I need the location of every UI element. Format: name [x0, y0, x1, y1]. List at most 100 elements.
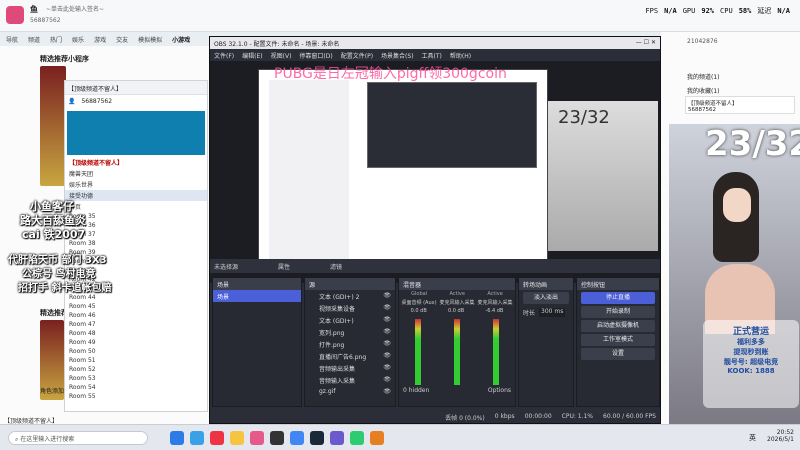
user-id: 56887562: [30, 17, 61, 24]
user-signature[interactable]: ~单击此处输入签名~: [46, 4, 104, 13]
tree-item[interactable]: Room 44: [65, 293, 207, 302]
app-icon-orange[interactable]: [370, 431, 384, 445]
tree-item[interactable]: Room 45: [65, 302, 207, 311]
channel-banner[interactable]: 【顶级频道不留人】: [68, 86, 122, 93]
menu-help[interactable]: 帮助(H): [450, 51, 471, 60]
taskbar-search[interactable]: ⌕ 在这里输入进行搜索: [8, 431, 148, 445]
visibility-icon[interactable]: 👁: [383, 316, 391, 324]
tab-hot[interactable]: 热门: [50, 35, 62, 44]
menu-tools[interactable]: 工具(T): [422, 51, 442, 60]
visibility-icon[interactable]: 👁: [383, 376, 391, 384]
obs-icon[interactable]: [270, 431, 284, 445]
channel-ad-banner[interactable]: [67, 111, 205, 155]
studio-mode-button[interactable]: 工作室模式: [581, 334, 655, 346]
tree-item[interactable]: Room 48: [65, 329, 207, 338]
steam-icon[interactable]: [310, 431, 324, 445]
promo-title: 正式营运: [732, 327, 769, 337]
duration-input[interactable]: 300 ms: [539, 308, 566, 317]
tree-item[interactable]: Room 36: [65, 221, 207, 230]
filters-button[interactable]: 滤镜: [330, 262, 342, 271]
edge-icon[interactable]: [190, 431, 204, 445]
controls-dock: 控制按钮 停止直播 开始录制 启动虚拟摄像机 工作室模式 设置: [576, 277, 660, 407]
source-item[interactable]: 文本 (GDI+) 2 👁: [305, 290, 395, 302]
my-channels-count: (1): [711, 74, 720, 81]
channel-card[interactable]: 【顶级频道不留人】 56887562: [685, 96, 795, 114]
chat-app-icon[interactable]: [250, 431, 264, 445]
tree-header[interactable]: 【顶级频道不留人】: [65, 157, 207, 168]
visibility-icon[interactable]: 👁: [383, 388, 391, 396]
mixer-options-button[interactable]: Options: [488, 387, 511, 394]
folder-icon[interactable]: [230, 431, 244, 445]
tree-item[interactable]: Room 53: [65, 374, 207, 383]
tree-item[interactable]: Room 54: [65, 383, 207, 392]
tree-item[interactable]: Room 37: [65, 230, 207, 239]
tree-item[interactable]: Room 51: [65, 356, 207, 365]
tree-item[interactable]: Room 55: [65, 392, 207, 401]
menu-profile[interactable]: 配置文件(P): [341, 51, 373, 60]
source-item[interactable]: gz.gif 👁: [305, 386, 395, 398]
source-item[interactable]: 宽列.png 👁: [305, 326, 395, 338]
visibility-icon[interactable]: 👁: [383, 364, 391, 372]
tab-entertainment[interactable]: 娱乐: [72, 35, 84, 44]
my-channels-row[interactable]: 我的频道(1): [687, 72, 720, 81]
source-item[interactable]: 打件.png 👁: [305, 338, 395, 350]
user-icon[interactable]: 👤: [68, 98, 75, 106]
favorites-count: (1): [711, 88, 720, 95]
task-view-icon[interactable]: [170, 431, 184, 445]
visibility-icon[interactable]: 👁: [383, 328, 391, 336]
minimize-icon[interactable]: —: [636, 39, 642, 46]
tree-item[interactable]: 接受功德: [65, 190, 207, 201]
maximize-icon[interactable]: ☐: [644, 39, 649, 46]
close-icon[interactable]: ✕: [651, 39, 656, 46]
visibility-icon[interactable]: 👁: [383, 292, 391, 300]
visibility-icon[interactable]: 👁: [383, 352, 391, 360]
taskbar-clock[interactable]: 20:52 2026/5/1: [767, 429, 794, 443]
scene-item[interactable]: 场景: [213, 290, 301, 302]
tree-item[interactable]: 首页: [65, 201, 207, 212]
source-item[interactable]: 文本 (GDI+) 👁: [305, 314, 395, 326]
source-item[interactable]: 直播间广告6.png 👁: [305, 350, 395, 362]
tab-friends[interactable]: 交友: [116, 35, 128, 44]
app-icon-purple[interactable]: [330, 431, 344, 445]
tree-item[interactable]: Room 46: [65, 311, 207, 320]
menu-view[interactable]: 视图(V): [271, 51, 292, 60]
properties-button[interactable]: 属性: [278, 262, 290, 271]
settings-button[interactable]: 设置: [581, 348, 655, 360]
menu-edit[interactable]: 编辑(E): [242, 51, 262, 60]
tab-nav[interactable]: 导航: [6, 35, 18, 44]
stop-stream-button[interactable]: 停止直播: [581, 292, 655, 304]
chrome-icon[interactable]: [290, 431, 304, 445]
tree-item[interactable]: Room 35: [65, 212, 207, 221]
tab-games[interactable]: 游戏: [94, 35, 106, 44]
obs-preview[interactable]: PUBG是日左冠输入pigff领300gcoin 23/32: [210, 61, 660, 283]
tree-item[interactable]: Room 50: [65, 347, 207, 356]
visibility-icon[interactable]: 👁: [383, 304, 391, 312]
tree-item[interactable]: 娱乐世界: [65, 179, 207, 190]
tree-item[interactable]: Room 38: [65, 239, 207, 248]
tab-sim[interactable]: 模拟模拟: [138, 35, 162, 44]
tree-item[interactable]: Room 47: [65, 320, 207, 329]
tree-item[interactable]: Room 52: [65, 365, 207, 374]
start-recording-button[interactable]: 开始录制: [581, 306, 655, 318]
app-avatar[interactable]: [6, 6, 24, 24]
wechat-icon[interactable]: [350, 431, 364, 445]
virtual-camera-button[interactable]: 启动虚拟摄像机: [581, 320, 655, 332]
overlay-line: cai 铁2007: [22, 228, 86, 241]
promo-thumbnail[interactable]: [40, 66, 66, 186]
tab-channel[interactable]: 频道: [28, 35, 40, 44]
menu-docks[interactable]: 停靠窗口(D): [299, 51, 332, 60]
app-icon-red[interactable]: [210, 431, 224, 445]
menu-file[interactable]: 文件(F): [214, 51, 234, 60]
tree-item[interactable]: 魔兽天团: [65, 168, 207, 179]
source-item[interactable]: 音频输入采集 👁: [305, 374, 395, 386]
tree-item[interactable]: Room 49: [65, 338, 207, 347]
input-language[interactable]: 英: [749, 433, 756, 443]
source-item[interactable]: 音频输出采集 👁: [305, 362, 395, 374]
menu-scenes[interactable]: 场景集合(S): [381, 51, 414, 60]
transition-select[interactable]: 淡入淡出: [523, 292, 569, 304]
visibility-icon[interactable]: 👁: [383, 340, 391, 348]
stream-counter: 23/32: [705, 124, 800, 164]
favorites-row[interactable]: 我的收藏(1): [687, 86, 720, 95]
source-item[interactable]: 视频采集设备 👁: [305, 302, 395, 314]
tab-minigames[interactable]: 小游戏: [172, 35, 190, 44]
